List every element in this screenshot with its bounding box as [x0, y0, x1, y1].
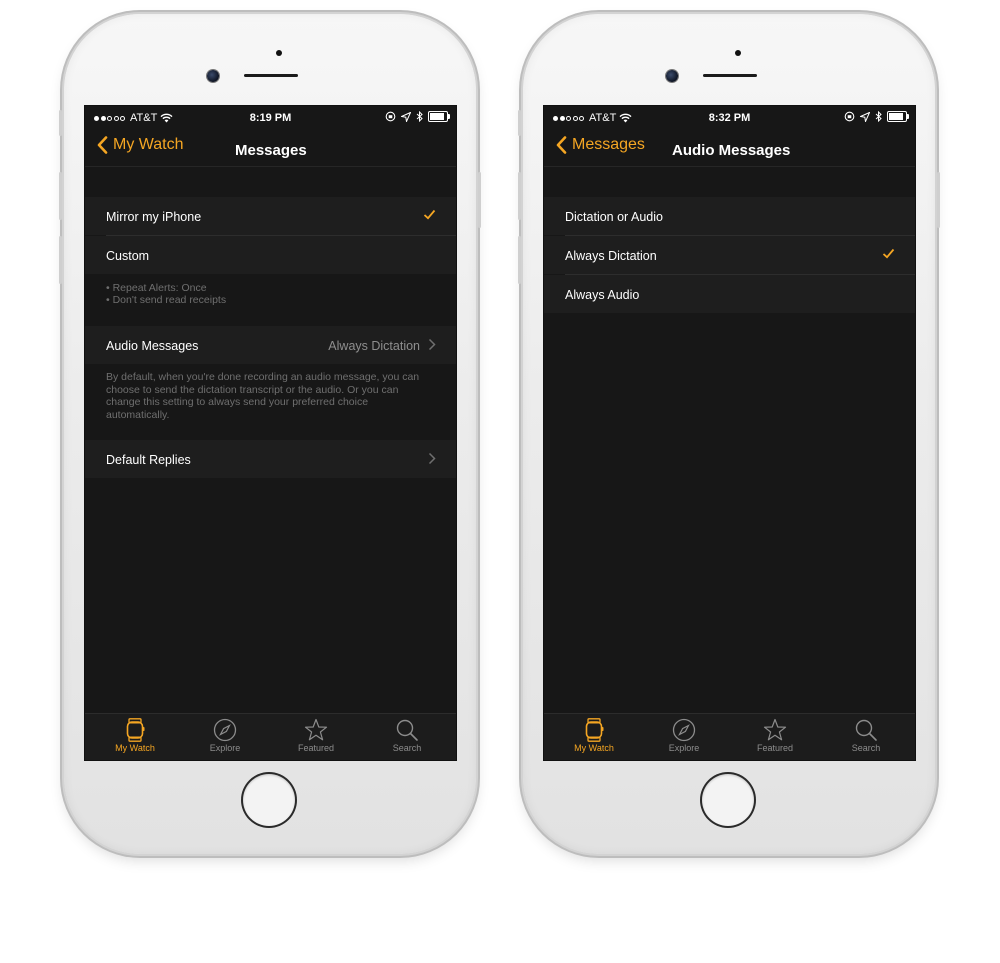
option-dictation-or-audio[interactable]: Dictation or Audio	[544, 197, 915, 235]
default-replies-row[interactable]: Default Replies	[85, 440, 456, 478]
orientation-lock-icon	[844, 111, 855, 122]
screen-messages-settings: AT&T 8:19 PM My Watch Messages Mirror my…	[85, 106, 456, 760]
tab-explore[interactable]: Explore	[644, 718, 724, 753]
back-button-label: Messages	[572, 136, 645, 153]
location-icon	[860, 111, 870, 122]
tab-label: Explore	[668, 743, 700, 753]
status-bar: AT&T 8:32 PM	[544, 106, 915, 130]
audio-messages-row[interactable]: Audio Messages Always Dictation	[85, 326, 456, 364]
home-button[interactable]	[243, 774, 295, 826]
tab-label: Search	[851, 743, 881, 753]
page-title: Messages	[235, 142, 307, 159]
tab-explore[interactable]: Explore	[185, 718, 265, 753]
orientation-lock-icon	[385, 111, 396, 122]
watch-icon	[585, 718, 604, 742]
row-label: Default Replies	[106, 453, 191, 467]
camera-dot	[276, 50, 282, 56]
option-label: Always Audio	[565, 288, 640, 302]
bluetooth-icon	[416, 111, 423, 122]
volume-up-button	[59, 172, 62, 220]
tab-featured[interactable]: Featured	[735, 718, 815, 753]
power-button	[478, 172, 481, 228]
compass-icon	[213, 718, 237, 742]
chevron-right-icon	[428, 452, 436, 465]
iphone-device-left: AT&T 8:19 PM My Watch Messages Mirror my…	[59, 14, 481, 854]
earpiece-speaker	[703, 74, 757, 77]
tab-featured[interactable]: Featured	[276, 718, 356, 753]
back-button[interactable]: My Watch	[97, 136, 184, 154]
battery-icon	[428, 111, 450, 122]
volume-down-button	[59, 236, 62, 284]
tab-my-watch[interactable]: My Watch	[554, 718, 634, 753]
option-mirror-my-iphone[interactable]: Mirror my iPhone	[85, 197, 456, 235]
search-icon	[396, 719, 418, 741]
camera-dot	[735, 50, 741, 56]
back-button-label: My Watch	[113, 136, 184, 153]
screen-audio-messages: AT&T 8:32 PM Messages Audio Messages Dic…	[544, 106, 915, 760]
custom-note-repeat-alerts: • Repeat Alerts: Once	[106, 282, 207, 294]
compass-icon	[672, 718, 696, 742]
option-label: Mirror my iPhone	[106, 210, 202, 224]
custom-note-read-receipts: • Don't send read receipts	[106, 294, 227, 306]
row-label: Audio Messages	[106, 339, 199, 353]
home-button[interactable]	[702, 774, 754, 826]
option-always-dictation[interactable]: Always Dictation	[544, 236, 915, 274]
power-button	[937, 172, 940, 228]
volume-up-button	[518, 172, 521, 220]
volume-down-button	[518, 236, 521, 284]
tab-label: My Watch	[574, 743, 614, 753]
page-title: Audio Messages	[672, 142, 791, 159]
front-camera	[207, 70, 219, 82]
star-icon	[304, 718, 328, 741]
earpiece-speaker	[244, 74, 298, 77]
navigation-bar: My Watch Messages	[85, 130, 456, 167]
bluetooth-icon	[875, 111, 882, 122]
watch-icon	[126, 718, 145, 742]
tab-bar: My Watch Explore Featured Search	[85, 713, 456, 760]
audio-messages-description: By default, when you're done recording a…	[106, 371, 420, 421]
option-label: Always Dictation	[565, 249, 657, 263]
option-label: Custom	[106, 249, 150, 263]
chevron-left-icon	[556, 136, 567, 154]
option-label: Dictation or Audio	[565, 210, 663, 224]
checkmark-icon	[882, 248, 895, 259]
location-icon	[401, 111, 411, 122]
option-custom[interactable]: Custom	[85, 236, 456, 274]
tab-label: My Watch	[115, 743, 155, 753]
search-icon	[855, 719, 877, 741]
back-button[interactable]: Messages	[556, 136, 645, 154]
chevron-right-icon	[428, 338, 436, 351]
tab-label: Search	[392, 743, 422, 753]
checkmark-icon	[423, 209, 436, 220]
front-camera	[666, 70, 678, 82]
option-always-audio[interactable]: Always Audio	[544, 275, 915, 313]
navigation-bar: Messages Audio Messages	[544, 130, 915, 167]
iphone-device-right: AT&T 8:32 PM Messages Audio Messages Dic…	[518, 14, 940, 854]
tab-bar: My Watch Explore Featured Search	[544, 713, 915, 760]
mute-switch	[59, 110, 62, 136]
tab-label: Featured	[756, 743, 794, 753]
status-bar: AT&T 8:19 PM	[85, 106, 456, 130]
tab-label: Explore	[209, 743, 241, 753]
mute-switch	[518, 110, 521, 136]
tab-my-watch[interactable]: My Watch	[95, 718, 175, 753]
chevron-left-icon	[97, 136, 108, 154]
tab-search[interactable]: Search	[826, 718, 906, 753]
tab-search[interactable]: Search	[367, 718, 447, 753]
tab-label: Featured	[297, 743, 335, 753]
star-icon	[763, 718, 787, 741]
row-value: Always Dictation	[328, 339, 420, 353]
battery-icon	[887, 111, 909, 122]
